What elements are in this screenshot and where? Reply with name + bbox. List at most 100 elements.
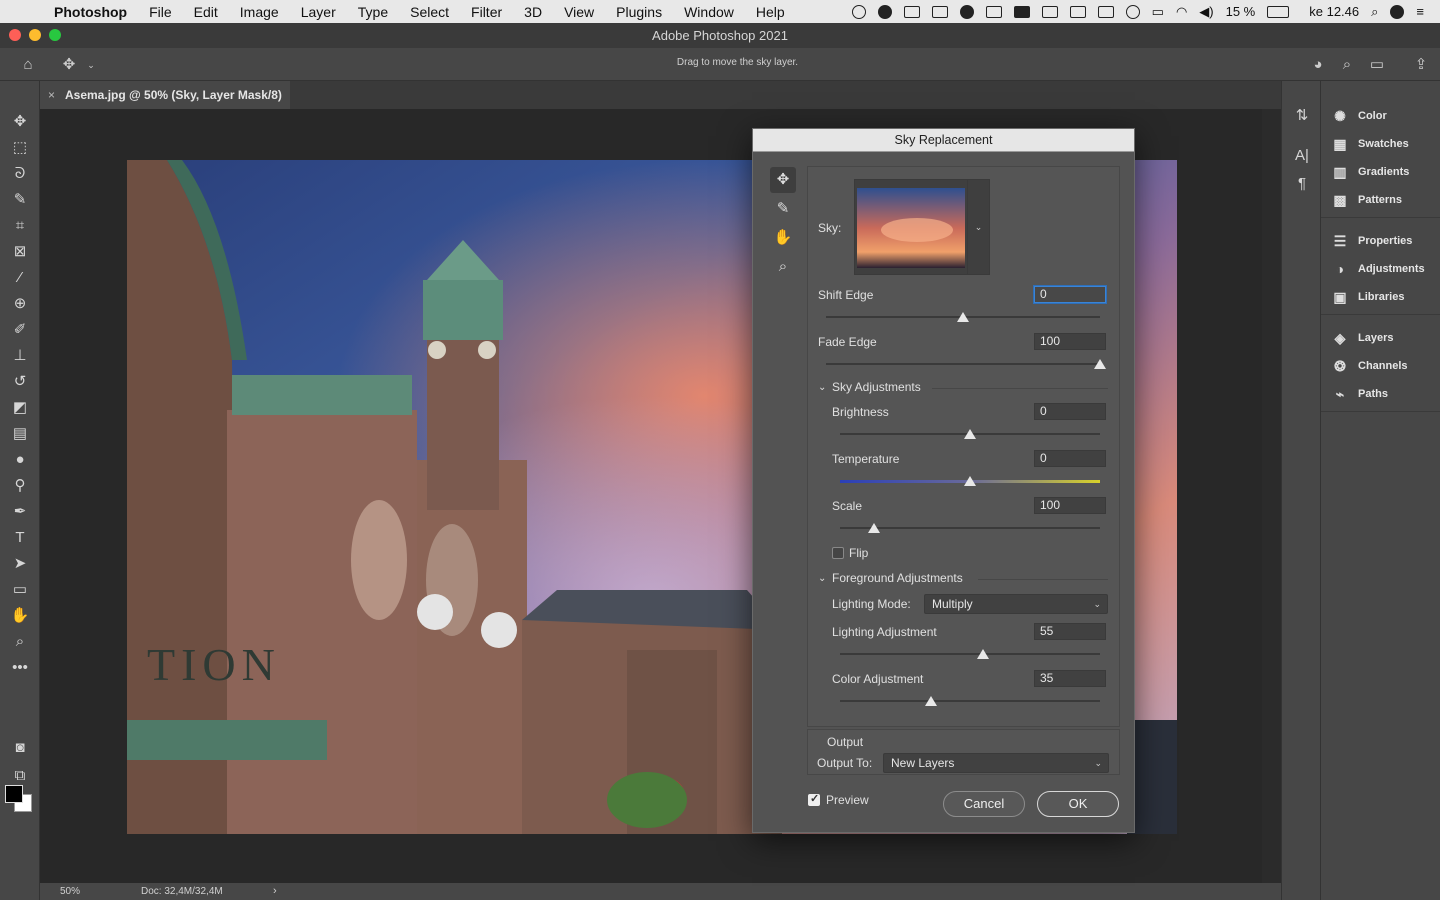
doc-size-info[interactable]: Doc: 32,4M/32,4M [141, 886, 223, 897]
battery-icon[interactable] [1267, 5, 1290, 18]
sky-move-tool-icon[interactable]: ✥ [770, 167, 796, 193]
siri-icon[interactable] [1390, 4, 1405, 19]
clock[interactable]: ke 12.46 [1309, 4, 1359, 19]
panel-layers[interactable]: ◈ Layers [1331, 328, 1394, 348]
menu-file[interactable]: File [149, 4, 172, 20]
panel-gradients[interactable]: ▥ Gradients [1331, 162, 1409, 182]
move-tool-icon[interactable]: ✥ [9, 111, 31, 133]
lighting-adjustment-input[interactable]: 55 [1034, 623, 1106, 640]
flip-checkbox[interactable] [832, 547, 844, 559]
output-to-select[interactable]: New Layers ⌄ [883, 753, 1109, 773]
fade-edge-input[interactable]: 100 [1034, 333, 1106, 350]
foreground-adjustments-chevron-icon[interactable]: ⌄ [818, 573, 826, 584]
menu-layer[interactable]: Layer [301, 4, 336, 20]
color-adjustment-slider[interactable] [840, 696, 1100, 706]
panel-libraries[interactable]: ▣ Libraries [1331, 287, 1404, 307]
brush-tool-icon[interactable]: ✐ [9, 319, 31, 341]
temperature-slider-thumb[interactable] [964, 476, 976, 486]
more-tools-icon[interactable]: ••• [9, 657, 31, 679]
evernote-icon[interactable] [877, 4, 892, 19]
sky-adjustments-header[interactable]: Sky Adjustments [832, 380, 921, 394]
panel-swatches[interactable]: ▦ Swatches [1331, 134, 1408, 154]
workspace-icon[interactable]: ▭ [1366, 54, 1388, 76]
paragraph-panel-icon[interactable]: ¶ [1291, 173, 1313, 195]
shift-edge-slider-thumb[interactable] [957, 312, 969, 322]
quick-mask-icon[interactable]: ◙ [9, 737, 31, 759]
hand-tool-icon[interactable]: ✋ [9, 605, 31, 627]
panel-channels[interactable]: ❂ Channels [1331, 356, 1407, 376]
menu-select[interactable]: Select [410, 4, 449, 20]
menu-help[interactable]: Help [756, 4, 785, 20]
healing-brush-tool-icon[interactable]: ⊕ [9, 293, 31, 315]
scale-slider-thumb[interactable] [867, 523, 880, 533]
preview-checkbox[interactable] [808, 792, 820, 806]
menu-app[interactable]: Photoshop [54, 4, 127, 20]
frame-tool-icon[interactable]: ⊠ [9, 241, 31, 263]
eraser-tool-icon[interactable]: ◩ [9, 397, 31, 419]
scale-slider[interactable] [840, 523, 1100, 533]
menu-filter[interactable]: Filter [471, 4, 502, 20]
temperature-input[interactable]: 0 [1034, 450, 1106, 467]
battery-percent[interactable]: 15 % [1226, 4, 1256, 19]
brightness-input[interactable]: 0 [1034, 403, 1106, 420]
cancel-button[interactable]: Cancel [943, 791, 1025, 817]
lasso-tool-icon[interactable]: ᘐ [9, 163, 31, 185]
fade-edge-slider[interactable] [826, 359, 1106, 369]
hand-tool-icon[interactable]: ✋ [770, 225, 796, 251]
rectangle-tool-icon[interactable]: ▭ [9, 579, 31, 601]
zoom-level[interactable]: 50% [60, 886, 80, 897]
menu-view[interactable]: View [564, 4, 594, 20]
menu-plugins[interactable]: Plugins [616, 4, 662, 20]
clone-stamp-tool-icon[interactable]: ⊥ [9, 345, 31, 367]
sky-adjustments-chevron-icon[interactable]: ⌄ [818, 382, 826, 393]
cloud-icon[interactable] [959, 4, 974, 19]
history-brush-tool-icon[interactable]: ↺ [9, 371, 31, 393]
crop-tool-icon[interactable]: ⌗ [9, 215, 31, 237]
panel-patterns[interactable]: ▩ Patterns [1331, 190, 1402, 210]
menu-image[interactable]: Image [240, 4, 279, 20]
spotlight-search-icon[interactable]: ⌕ [1371, 4, 1378, 20]
sky-brush-tool-icon[interactable]: ✎ [770, 196, 796, 222]
close-tab-icon[interactable]: × [48, 81, 55, 109]
panel-paths[interactable]: ⌁ Paths [1331, 384, 1388, 404]
accessibility-icon[interactable] [1125, 4, 1140, 19]
character-panel-icon[interactable]: A| [1291, 145, 1313, 167]
sky-preset-thumbnail[interactable]: ⌄ [854, 179, 990, 275]
foreground-adjustments-header[interactable]: Foreground Adjustments [832, 571, 963, 585]
panel-color[interactable]: ✺ Color [1331, 106, 1387, 126]
brightness-slider-thumb[interactable] [964, 429, 976, 439]
zoom-window-button[interactable] [49, 29, 61, 41]
calendar-icon[interactable] [985, 5, 1002, 18]
screen-mirror-icon[interactable] [1041, 5, 1058, 18]
type-tool-icon[interactable]: T [9, 527, 31, 549]
shift-edge-slider[interactable] [826, 312, 1100, 322]
shift-edge-input[interactable]: 0 [1034, 286, 1106, 303]
temperature-slider[interactable] [840, 476, 1100, 486]
search-icon[interactable]: ⌕ [1336, 54, 1358, 76]
lighting-adjustment-slider[interactable] [840, 649, 1100, 659]
camera-icon[interactable] [1013, 5, 1030, 18]
color-adjustment-input[interactable]: 35 [1034, 670, 1106, 687]
menu-edit[interactable]: Edit [194, 4, 218, 20]
preview-label[interactable]: Preview [826, 793, 869, 807]
dodge-tool-icon[interactable]: ⚲ [9, 475, 31, 497]
window-icon[interactable] [1097, 5, 1114, 18]
gradient-tool-icon[interactable]: ▤ [9, 423, 31, 445]
eyedropper-tool-icon[interactable]: ⁄ [9, 267, 31, 289]
brightness-slider[interactable] [840, 429, 1100, 439]
quick-selection-tool-icon[interactable]: ✎ [9, 189, 31, 211]
dropbox-icon[interactable] [903, 5, 920, 18]
screen-mode-icon[interactable]: ⧉ [9, 765, 31, 787]
menu-type[interactable]: Type [358, 4, 388, 20]
marquee-tool-icon[interactable]: ⬚ [9, 137, 31, 159]
panel-adjustments[interactable]: ◑ Adjustments [1331, 259, 1425, 279]
foreground-color-swatch[interactable] [5, 785, 23, 803]
fade-edge-slider-thumb[interactable] [1094, 359, 1106, 369]
lighting-mode-select[interactable]: Multiply ⌄ [924, 594, 1108, 614]
color-adjustment-slider-thumb[interactable] [925, 696, 937, 706]
menu-window[interactable]: Window [684, 4, 734, 20]
history-panel-icon[interactable]: ⇅ [1291, 105, 1313, 127]
path-selection-tool-icon[interactable]: ➤ [9, 553, 31, 575]
lighting-adjustment-slider-thumb[interactable] [977, 649, 989, 659]
document-tab[interactable]: × Asema.jpg @ 50% (Sky, Layer Mask/8) [40, 81, 290, 109]
